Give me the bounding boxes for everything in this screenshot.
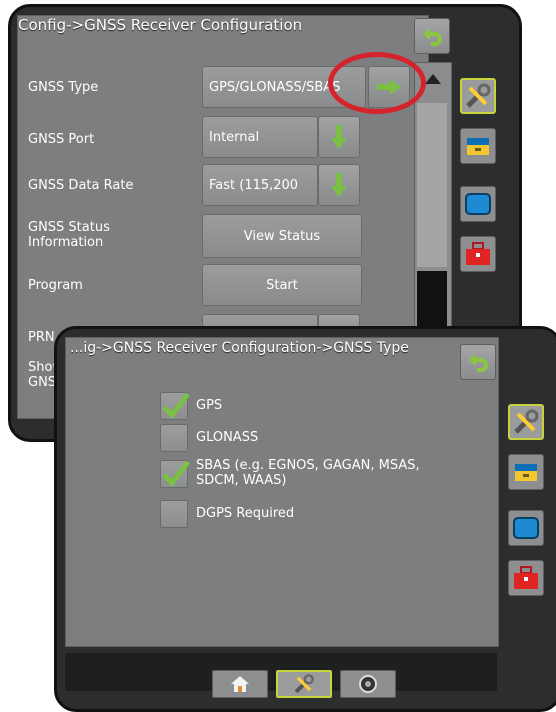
front-panel-title: ...ig->GNSS Receiver Configuration->GNSS… (70, 340, 409, 356)
down-arrow-icon (331, 125, 347, 149)
check-icon (162, 392, 190, 419)
side-nav-display-back[interactable] (460, 186, 496, 222)
check-icon (162, 460, 190, 487)
side-nav-toolbox-back[interactable] (460, 236, 496, 272)
tools-icon (466, 83, 491, 108)
gnss-port-field[interactable]: Internal (202, 116, 318, 158)
bottom-tab-home[interactable] (212, 670, 268, 698)
sbas-label: SBAS (e.g. EGNOS, GAGAN, MSAS, SDCM, WAA… (196, 458, 420, 488)
gnss-port-dropdown-button[interactable] (318, 116, 360, 158)
side-nav-console-back[interactable] (460, 128, 496, 164)
glonass-checkbox[interactable] (160, 424, 188, 452)
tools-icon (514, 409, 539, 434)
gnss-data-rate-dropdown-button[interactable] (318, 164, 360, 206)
prn-label: PRN (28, 330, 55, 345)
front-panel (54, 326, 556, 712)
bottom-tab-camera[interactable] (340, 670, 396, 698)
home-icon (231, 676, 249, 692)
toolbox-icon (466, 242, 490, 265)
camera-icon (359, 675, 377, 693)
dgps-required-checkbox[interactable] (160, 500, 188, 528)
program-start-button[interactable]: Start (202, 264, 362, 306)
side-nav-display[interactable] (508, 510, 544, 546)
front-panel-content (65, 337, 499, 647)
gnss-data-rate-label: GNSS Data Rate (28, 178, 134, 193)
console-icon (515, 464, 537, 481)
highlight-circle (328, 52, 426, 114)
toolbox-icon (514, 566, 538, 589)
bottom-tab-tools[interactable] (276, 670, 332, 698)
tools-icon (294, 674, 314, 694)
undo-arrow-icon (423, 28, 442, 46)
gps-checkbox[interactable] (160, 392, 190, 420)
dgps-required-label: DGPS Required (196, 506, 295, 521)
side-nav-toolbox[interactable] (508, 560, 544, 596)
front-back-button[interactable] (460, 344, 496, 380)
side-nav-console[interactable] (508, 454, 544, 490)
side-nav-tools-back[interactable] (460, 78, 496, 114)
scrollbar-thumb[interactable] (417, 103, 447, 267)
scrollbar[interactable] (414, 62, 452, 356)
side-nav-tools[interactable] (508, 404, 544, 440)
gps-label: GPS (196, 398, 223, 413)
view-status-button[interactable]: View Status (202, 214, 362, 258)
sbas-checkbox[interactable] (160, 460, 190, 488)
display-icon (513, 517, 539, 539)
gnss-data-rate-field[interactable]: Fast (115,200 (202, 164, 318, 206)
back-button[interactable] (414, 18, 450, 54)
gnss-port-label: GNSS Port (28, 132, 95, 147)
program-label: Program (28, 278, 83, 293)
gnss-status-label: GNSS Status Information (28, 220, 110, 250)
down-arrow-icon (331, 173, 347, 197)
display-icon (465, 193, 491, 215)
glonass-label: GLONASS (196, 430, 259, 445)
back-panel-title: Config->GNSS Receiver Configuration (18, 16, 303, 34)
undo-arrow-icon (469, 354, 488, 372)
gnss-type-label: GNSS Type (28, 80, 99, 95)
scroll-up-icon[interactable] (424, 73, 442, 85)
console-icon (467, 138, 489, 155)
